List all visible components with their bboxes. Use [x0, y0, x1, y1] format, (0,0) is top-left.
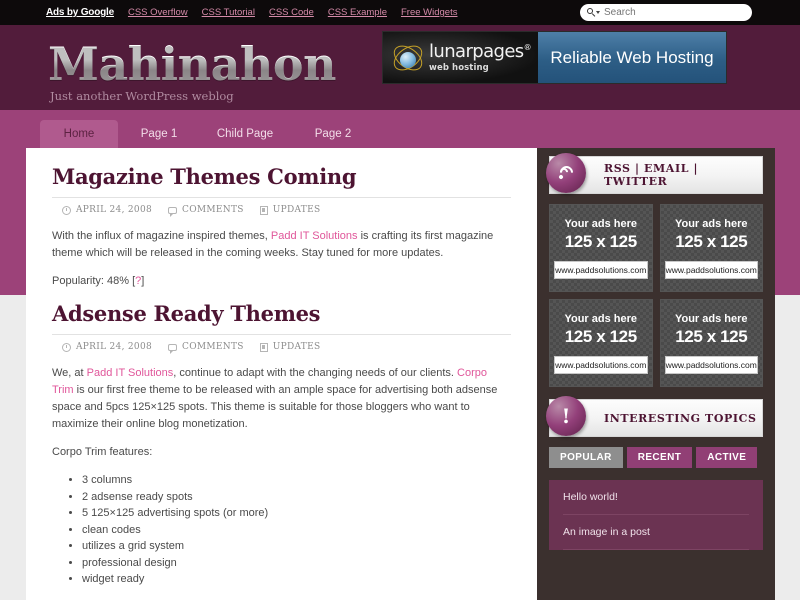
post-item: Adsense Ready Themes APRIL 24, 2008 COMM… [52, 301, 511, 600]
post-title[interactable]: Magazine Themes Coming [52, 164, 511, 189]
ad-line-1: Your ads here [564, 312, 638, 325]
list-item: clean codes [82, 522, 511, 539]
tab-recent[interactable]: RECENT [626, 447, 693, 468]
ad-url[interactable]: www.paddsolutions.com [664, 260, 758, 279]
sidebar-ads-grid: Your ads here 125 x 125 www.paddsolution… [549, 204, 763, 387]
list-item: utilizes a grid system [82, 538, 511, 555]
nav-item-child-page[interactable]: Child Page [200, 120, 290, 148]
list-item: professional design [82, 555, 511, 572]
topbar-link-2[interactable]: CSS Code [269, 7, 314, 18]
ad-url[interactable]: www.paddsolutions.com [554, 355, 648, 374]
list-item: 5 125×125 advertising spots (or more) [82, 505, 511, 522]
topics-tab-bar: POPULAR RECENT ACTIVE [549, 447, 763, 468]
clock-icon [62, 205, 71, 215]
nav-item-page-2[interactable]: Page 2 [290, 120, 376, 148]
site-tagline: Just another WordPress weblog [50, 89, 234, 103]
banner-brand-sub: web hosting [429, 62, 489, 73]
lunarpages-logo-icon [389, 40, 427, 75]
site-header: Mahinahon Just another WordPress weblog … [0, 25, 800, 110]
banner-ad[interactable]: lunarpages® web hosting Reliable Web Hos… [382, 31, 727, 84]
search-box[interactable] [580, 4, 752, 21]
topics-widget-title: INTERESTING TOPICS [604, 411, 757, 425]
list-item[interactable]: Hello world! [563, 480, 749, 515]
ad-url[interactable]: www.paddsolutions.com [554, 260, 648, 279]
list-item: 2 adsense ready spots [82, 489, 511, 506]
comment-icon [168, 206, 178, 217]
topbar-link-4[interactable]: Free Widgets [401, 7, 458, 18]
inline-link-padd-it-solutions[interactable]: Padd IT Solutions [271, 230, 358, 242]
exclamation-icon: ! [546, 396, 586, 436]
main-nav: Home Page 1 Child Page Page 2 [40, 120, 376, 148]
post-meta: APRIL 24, 2008 COMMENTS UPDATES [52, 334, 511, 354]
post-body: With the influx of magazine inspired the… [52, 228, 511, 290]
banner-slogan-text: Reliable Web Hosting [550, 47, 714, 67]
tab-active[interactable]: ACTIVE [696, 447, 758, 468]
ad-line-2: 125 x 125 [564, 231, 637, 251]
ad-box[interactable]: Your ads here 125 x 125 www.paddsolution… [659, 204, 763, 292]
post-item: Magazine Themes Coming APRIL 24, 2008 CO… [52, 164, 511, 290]
post-category[interactable]: UPDATES [259, 342, 321, 352]
sidebar: RSS | EMAIL | TWITTER Your ads here 125 … [537, 148, 775, 600]
ad-line-2: 125 x 125 [675, 326, 748, 346]
search-icon [587, 7, 600, 18]
post-comments[interactable]: COMMENTS [168, 205, 244, 217]
subscribe-widget-title[interactable]: RSS | EMAIL | TWITTER [604, 162, 762, 188]
features-list: 3 columns 2 adsense ready spots 5 125×12… [82, 472, 511, 588]
post-category[interactable]: UPDATES [259, 205, 321, 215]
ad-url[interactable]: www.paddsolutions.com [664, 355, 758, 374]
rss-icon[interactable] [546, 153, 586, 193]
ad-box[interactable]: Your ads here 125 x 125 www.paddsolution… [659, 299, 763, 387]
ads-by-google-label[interactable]: Ads by Google [46, 7, 114, 18]
nav-item-page-1[interactable]: Page 1 [118, 120, 200, 148]
post-paragraph: We, at Padd IT Solutions, continue to ad… [52, 367, 498, 431]
ad-line-1: Your ads here [564, 217, 638, 230]
comment-icon [168, 343, 178, 354]
chevron-down-icon [596, 11, 600, 14]
ad-line-1: Your ads here [674, 217, 748, 230]
document-icon [259, 205, 268, 215]
banner-brand: lunarpages® [429, 40, 532, 62]
tab-popular[interactable]: POPULAR [549, 447, 623, 468]
search-input[interactable] [604, 7, 744, 18]
clock-icon [62, 342, 71, 352]
post-comments[interactable]: COMMENTS [168, 342, 244, 354]
top-ads-bar: Ads by Google CSS Overflow CSS Tutorial … [0, 0, 800, 25]
ad-box[interactable]: Your ads here 125 x 125 www.paddsolution… [549, 204, 653, 292]
topbar-link-1[interactable]: CSS Tutorial [202, 7, 255, 18]
inline-link-padd-it-solutions[interactable]: Padd IT Solutions [87, 367, 174, 379]
site-title[interactable]: Mahinahon [48, 37, 336, 91]
topbar-link-0[interactable]: CSS Overflow [128, 7, 188, 18]
ad-line-2: 125 x 125 [564, 326, 637, 346]
nav-item-home[interactable]: Home [40, 120, 118, 148]
list-item: 3 columns [82, 472, 511, 489]
post-body: We, at Padd IT Solutions, continue to ad… [52, 365, 511, 600]
post-paragraph: With the influx of magazine inspired the… [52, 230, 494, 260]
post-title[interactable]: Adsense Ready Themes [52, 301, 511, 326]
topics-widget-header: ! INTERESTING TOPICS [546, 396, 763, 437]
list-item[interactable]: An image in a post [563, 515, 749, 550]
main-content: Magazine Themes Coming APRIL 24, 2008 CO… [26, 148, 537, 600]
features-label: Corpo Trim features: [52, 446, 153, 459]
post-date: APRIL 24, 2008 [62, 342, 152, 352]
ad-line-2: 125 x 125 [675, 231, 748, 251]
topics-list: Hello world! An image in a post [549, 480, 763, 550]
banner-ad-slogan: Reliable Web Hosting [538, 32, 726, 83]
post-popularity: Popularity: 48% [?] [52, 275, 145, 288]
post-date: APRIL 24, 2008 [62, 205, 152, 215]
subscribe-widget-header: RSS | EMAIL | TWITTER [546, 153, 763, 194]
top-ads-links: Ads by Google CSS Overflow CSS Tutorial … [46, 7, 457, 18]
banner-ad-logo: lunarpages® web hosting [383, 32, 538, 83]
post-meta: APRIL 24, 2008 COMMENTS UPDATES [52, 197, 511, 217]
topbar-link-3[interactable]: CSS Example [328, 7, 387, 18]
ad-line-1: Your ads here [674, 312, 748, 325]
document-icon [259, 342, 268, 352]
ad-box[interactable]: Your ads here 125 x 125 www.paddsolution… [549, 299, 653, 387]
list-item: widget ready [82, 571, 511, 588]
